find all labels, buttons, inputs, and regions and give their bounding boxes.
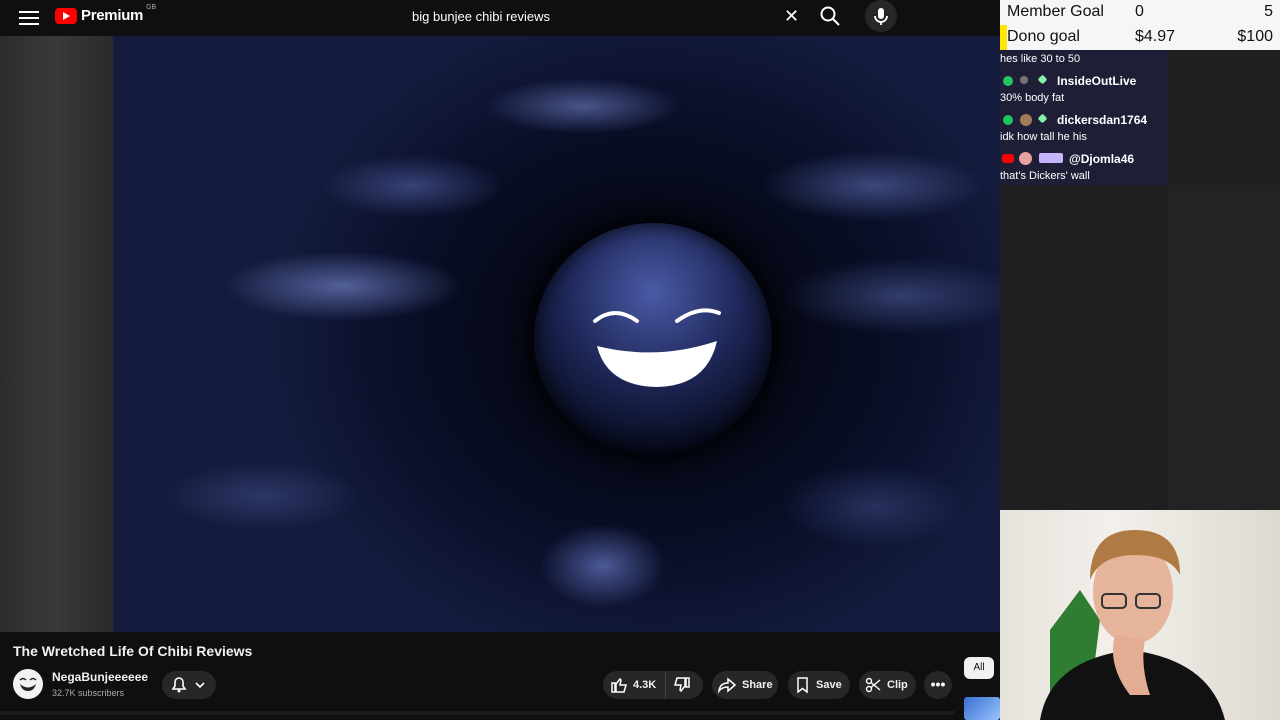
share-icon	[717, 677, 737, 694]
dono-goal-row: Dono goal $4.97 $100	[1000, 25, 1280, 50]
member-badge-icon	[1003, 115, 1013, 125]
notification-bell-button[interactable]	[162, 671, 216, 699]
logo-text: Premium	[81, 7, 144, 24]
chat-username: @Djomla46	[1069, 152, 1135, 166]
recommended-thumbnail[interactable]	[964, 697, 1000, 720]
sparkle-icon	[1037, 113, 1048, 124]
search-icon[interactable]	[818, 4, 842, 28]
avatar	[1020, 114, 1032, 126]
youtube-badge-icon	[1002, 154, 1014, 163]
search-box: ✕	[400, 2, 810, 32]
goal-current: $4.97	[1135, 28, 1176, 45]
member-goal-row: Member Goal 0 5	[1000, 0, 1280, 25]
thumbs-down-icon	[674, 677, 690, 693]
clip-button[interactable]: Clip	[859, 671, 916, 699]
clip-label: Clip	[887, 679, 908, 691]
channel-avatar[interactable]	[13, 669, 43, 699]
youtube-play-icon	[55, 7, 77, 24]
region-code: GB	[146, 4, 157, 11]
sparkle-icon	[1037, 74, 1048, 85]
save-label: Save	[816, 679, 842, 691]
like-count: 4.3K	[633, 679, 657, 691]
user-icon	[1020, 76, 1028, 84]
chat-username: dickersdan1764	[1057, 113, 1148, 127]
youtube-premium-logo[interactable]: Premium GB	[55, 4, 157, 24]
like-button[interactable]: 4.3K	[603, 671, 665, 699]
channel-name[interactable]: NegaBunjeeeeee	[52, 670, 148, 684]
dislike-button[interactable]	[665, 671, 703, 699]
video-left-margin	[0, 36, 113, 632]
streamer-silhouette	[1040, 530, 1225, 720]
webcam-feed	[1000, 510, 1280, 720]
search-input[interactable]	[400, 2, 810, 30]
member-badge-icon	[1003, 76, 1013, 86]
video-player[interactable]	[113, 36, 1000, 632]
bookmark-icon	[797, 677, 808, 694]
chat-username: InsideOutLive	[1057, 74, 1137, 88]
bell-icon	[171, 677, 205, 693]
overlay-background-lower	[1168, 185, 1280, 510]
clear-search-icon[interactable]: ✕	[784, 7, 799, 25]
more-actions-button[interactable]: •••	[924, 671, 952, 699]
goal-target: $100	[1237, 28, 1273, 45]
goal-label: Member Goal	[1007, 3, 1104, 20]
save-button[interactable]: Save	[788, 671, 850, 699]
crown-badge-icon	[1039, 153, 1063, 163]
goal-label: Dono goal	[1007, 28, 1080, 45]
chat-overlay: hes like 30 to 50 InsideOutLive 30% body…	[1000, 50, 1168, 185]
progress-track	[0, 711, 955, 715]
chat-message: 30% body fat	[1000, 92, 1065, 104]
top-bar: Premium GB ✕	[0, 0, 1000, 36]
subscriber-count: 32.7K subscribers	[52, 688, 125, 698]
goal-current: 0	[1135, 3, 1144, 20]
share-label: Share	[742, 679, 773, 691]
grin-face-icon	[593, 308, 721, 387]
scissors-icon	[865, 677, 881, 693]
avatar	[1019, 152, 1032, 165]
share-button[interactable]: Share	[712, 671, 778, 699]
chip-all[interactable]: All	[964, 657, 994, 679]
goal-panel: Member Goal 0 5 Dono goal $4.97 $100	[1000, 0, 1280, 50]
chat-message: that's Dickers' wall	[1000, 170, 1090, 182]
chat-message: idk how tall he his	[1000, 131, 1087, 143]
chat-message: hes like 30 to 50	[1000, 53, 1081, 65]
goal-progress-bar	[1000, 25, 1007, 50]
microphone-icon[interactable]	[865, 0, 897, 32]
menu-icon[interactable]	[19, 8, 39, 26]
video-title: The Wretched Life Of Chibi Reviews	[13, 643, 253, 659]
goal-target: 5	[1264, 3, 1273, 20]
